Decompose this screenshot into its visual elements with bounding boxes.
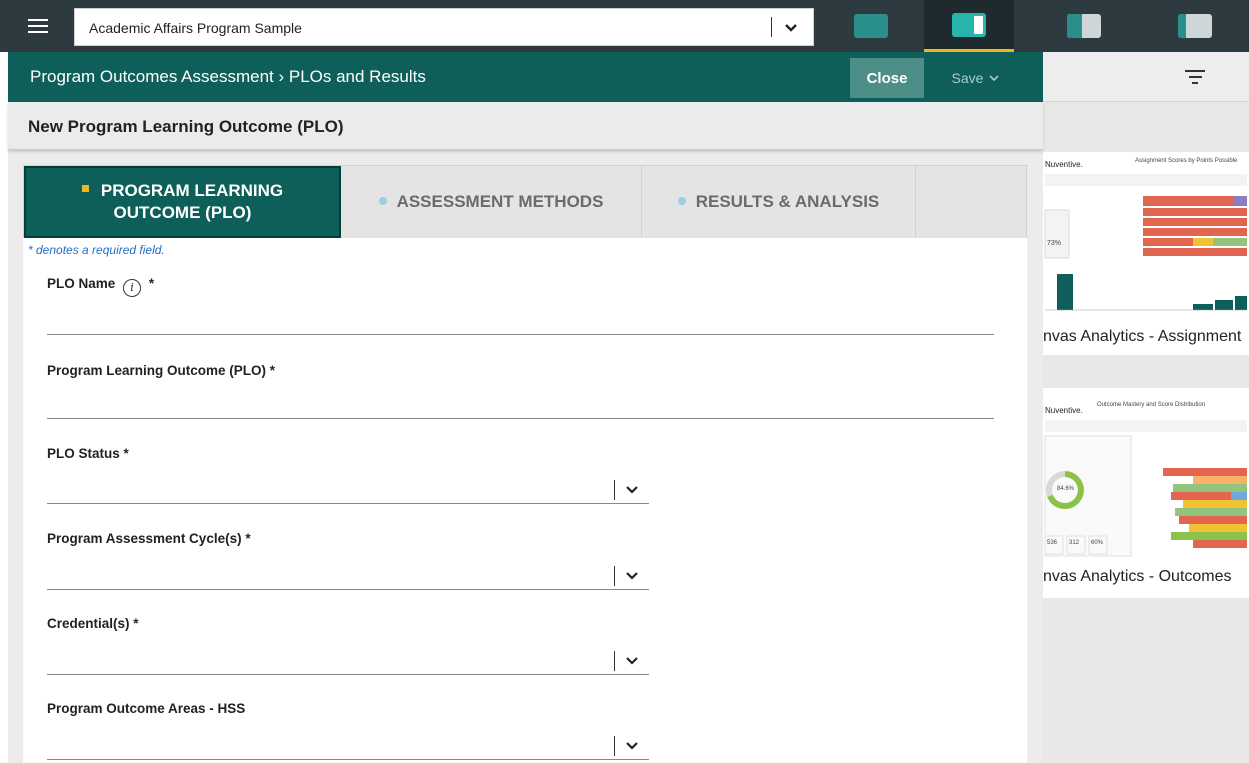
layout-full-icon: [854, 14, 888, 38]
select-divider: [614, 480, 615, 500]
thumb-brand: Nuventive.: [1045, 160, 1083, 169]
select-divider: [614, 651, 615, 671]
panel-subheader: New Program Learning Outcome (PLO): [8, 102, 1043, 150]
tab-label-text: ASSESSMENT METHODS: [396, 192, 604, 211]
tab-label: RESULTS & ANALYSIS: [677, 191, 880, 213]
save-button[interactable]: Save: [938, 58, 1014, 98]
dashboard-card-assignment[interactable]: Nuventive. Assignment Scores by Points P…: [1043, 152, 1249, 355]
info-icon[interactable]: i: [123, 279, 142, 297]
dashboard-panel-header: [1043, 52, 1249, 102]
save-button-label: Save: [951, 70, 984, 86]
plo-text-input[interactable]: [47, 384, 994, 418]
field-label-assessment-cycles: Program Assessment Cycle(s) *: [47, 531, 251, 546]
required-mark: *: [148, 276, 155, 291]
layout-split-right-button[interactable]: [924, 0, 1014, 52]
chevron-down-icon: [989, 75, 1000, 82]
select-divider: [771, 17, 772, 37]
app-root: Academic Affairs Program Sample Nuventiv…: [0, 0, 1249, 763]
select-divider: [614, 736, 615, 756]
thumb-title: Outcome Mastery and Score Distribution: [1097, 402, 1206, 408]
assessment-cycles-select[interactable]: [47, 556, 649, 590]
plo-form: * denotes a required field. PLO Name i *…: [23, 238, 1027, 763]
dashboard-card-caption: nvas Analytics - Outcomes: [1043, 568, 1232, 585]
chevron-down-icon: [785, 24, 797, 32]
thumb-number: 60%: [1091, 540, 1104, 546]
organization-select[interactable]: Academic Affairs Program Sample: [74, 8, 814, 46]
field-label-plo-status: PLO Status *: [47, 446, 129, 461]
tab-label-line1: PROGRAM LEARNING: [100, 181, 284, 200]
field-label-plo-name: PLO Name i *: [47, 276, 154, 297]
dashboard-panel: Nuventive. Assignment Scores by Points P…: [1043, 52, 1249, 763]
step-dot-icon: [378, 197, 387, 205]
close-button[interactable]: Close: [850, 58, 924, 98]
tab-assessment-methods[interactable]: ASSESSMENT METHODS: [341, 166, 642, 238]
top-bar: Academic Affairs Program Sample: [0, 0, 1249, 52]
select-divider: [614, 566, 615, 586]
field-label-outcome-areas: Program Outcome Areas - HSS: [47, 701, 246, 716]
plo-status-select[interactable]: [47, 470, 649, 504]
layout-split-left-button[interactable]: [1039, 0, 1129, 52]
panel-header: Program Outcomes Assessment › PLOs and R…: [8, 52, 1043, 102]
tab-label-text: RESULTS & ANALYSIS: [695, 192, 880, 211]
step-dot-icon: [677, 197, 686, 205]
chevron-down-icon: [626, 486, 638, 494]
outcome-areas-select[interactable]: [47, 726, 649, 760]
tab-results-analysis[interactable]: RESULTS & ANALYSIS: [642, 166, 916, 238]
layout-split-center-icon: [1178, 14, 1212, 38]
thumb-number: 312: [1069, 540, 1080, 546]
field-label-plo: Program Learning Outcome (PLO) *: [47, 363, 276, 378]
required-field-note: * denotes a required field.: [28, 243, 165, 257]
organization-select-value: Academic Affairs Program Sample: [89, 20, 302, 36]
layout-split-left-icon: [1067, 14, 1101, 38]
step-tabs: PROGRAM LEARNING OUTCOME (PLO) ASSESSMEN…: [23, 165, 1027, 239]
thumbnail-chart: [1044, 174, 1247, 311]
layout-split-right-icon: [952, 12, 986, 37]
field-label-credentials: Credential(s) *: [47, 616, 139, 631]
plo-name-input-underline: [47, 334, 994, 335]
field-label-text: PLO Name: [47, 276, 116, 291]
background-page-edge: [0, 52, 8, 763]
page-title: New Program Learning Outcome (PLO): [28, 117, 344, 136]
thumb-title: Assignment Scores by Points Possible: [1135, 158, 1238, 164]
dashboard-card-outcomes[interactable]: Nuventive. Outcome Mastery and Score Dis…: [1043, 388, 1249, 598]
credentials-select[interactable]: [47, 641, 649, 675]
tab-program-learning-outcome[interactable]: PROGRAM LEARNING OUTCOME (PLO): [24, 166, 341, 238]
layout-full-button[interactable]: [826, 0, 916, 52]
filter-icon[interactable]: [1185, 70, 1205, 86]
thumb-stat: 84.6%: [1057, 486, 1075, 492]
chevron-down-icon: [626, 657, 638, 665]
active-step-marker: [81, 185, 89, 192]
dashboard-card-caption: nvas Analytics - Assignment: [1043, 328, 1242, 345]
plo-text-input-underline: [47, 418, 994, 419]
dashboard-thumbnail: Nuventive. Outcome Mastery and Score Dis…: [1043, 388, 1249, 560]
thumb-brand: Nuventive.: [1045, 406, 1083, 415]
plo-name-input[interactable]: [47, 300, 994, 334]
plo-editor-panel: Program Outcomes Assessment › PLOs and R…: [8, 52, 1043, 763]
chevron-down-icon: [626, 742, 638, 750]
breadcrumb[interactable]: Program Outcomes Assessment › PLOs and R…: [30, 67, 426, 87]
chevron-down-icon: [626, 572, 638, 580]
dashboard-thumbnail: Nuventive. Assignment Scores by Points P…: [1043, 152, 1249, 312]
tab-label: ASSESSMENT METHODS: [378, 191, 604, 213]
thumb-stat: 73%: [1047, 240, 1062, 247]
tab-label-line2: OUTCOME (PLO): [113, 203, 252, 222]
layout-split-center-button[interactable]: [1150, 0, 1240, 52]
thumb-number: 536: [1047, 540, 1058, 546]
menu-icon[interactable]: [12, 8, 64, 44]
tab-label: PROGRAM LEARNING OUTCOME (PLO): [81, 180, 284, 224]
